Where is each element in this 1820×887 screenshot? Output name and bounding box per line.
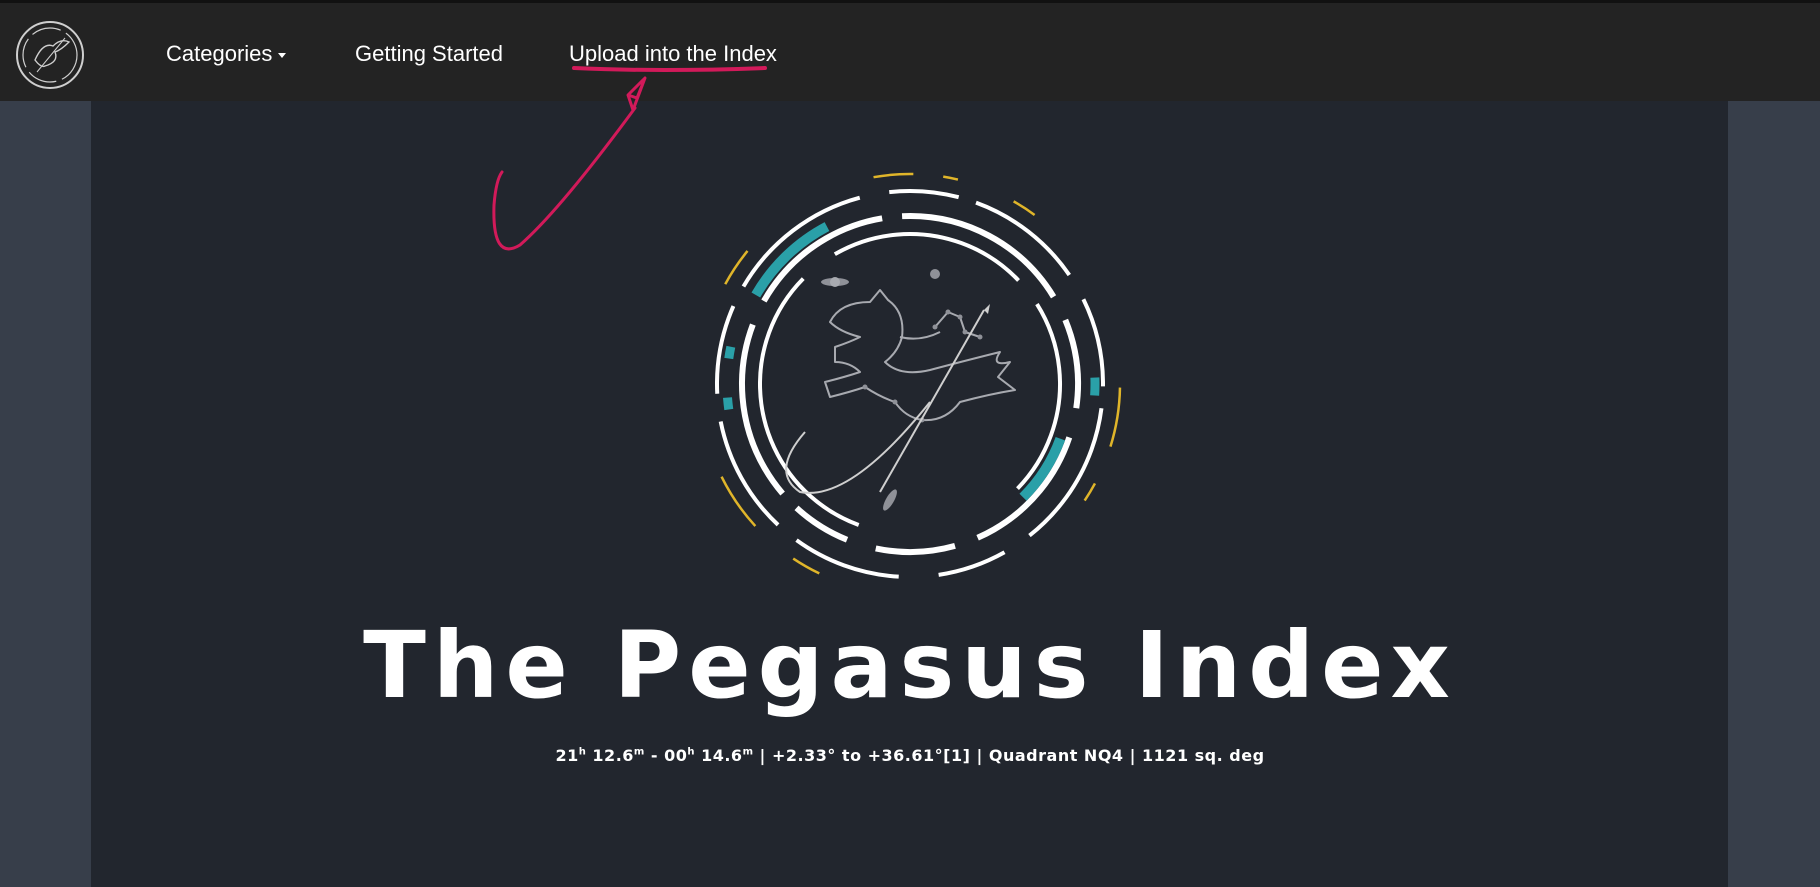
nav-categories[interactable]: Categories — [166, 41, 287, 67]
ra-start-minutes: 12.6 — [592, 746, 634, 765]
minutes-superscript: m — [633, 746, 645, 758]
hero-title: The Pegasus Index — [363, 612, 1457, 719]
nav-upload-into-index[interactable]: Upload into the Index — [569, 41, 777, 67]
pegasus-logo-icon[interactable] — [15, 20, 85, 90]
subtitle-details: | +2.33° to +36.61°[1] | Quadrant NQ4 | … — [753, 746, 1265, 765]
hours-superscript: h — [687, 746, 695, 758]
hero-subtitle: 21h 12.6m - 00h 14.6m | +2.33° to +36.61… — [0, 746, 1820, 765]
ra-separator: - — [644, 746, 665, 765]
ra-end-minutes: 14.6 — [701, 746, 743, 765]
pegasus-constellation-emblem-icon — [698, 172, 1122, 596]
nav-getting-started[interactable]: Getting Started — [355, 41, 503, 67]
hours-superscript: h — [578, 746, 587, 758]
chevron-down-icon — [278, 52, 287, 58]
ra-start-hours: 21 — [555, 746, 579, 765]
ra-end-hours: 00 — [664, 746, 688, 765]
nav-categories-label: Categories — [166, 41, 273, 66]
top-navbar: Categories Getting Started Upload into t… — [0, 0, 1820, 101]
minutes-superscript: m — [742, 746, 754, 758]
